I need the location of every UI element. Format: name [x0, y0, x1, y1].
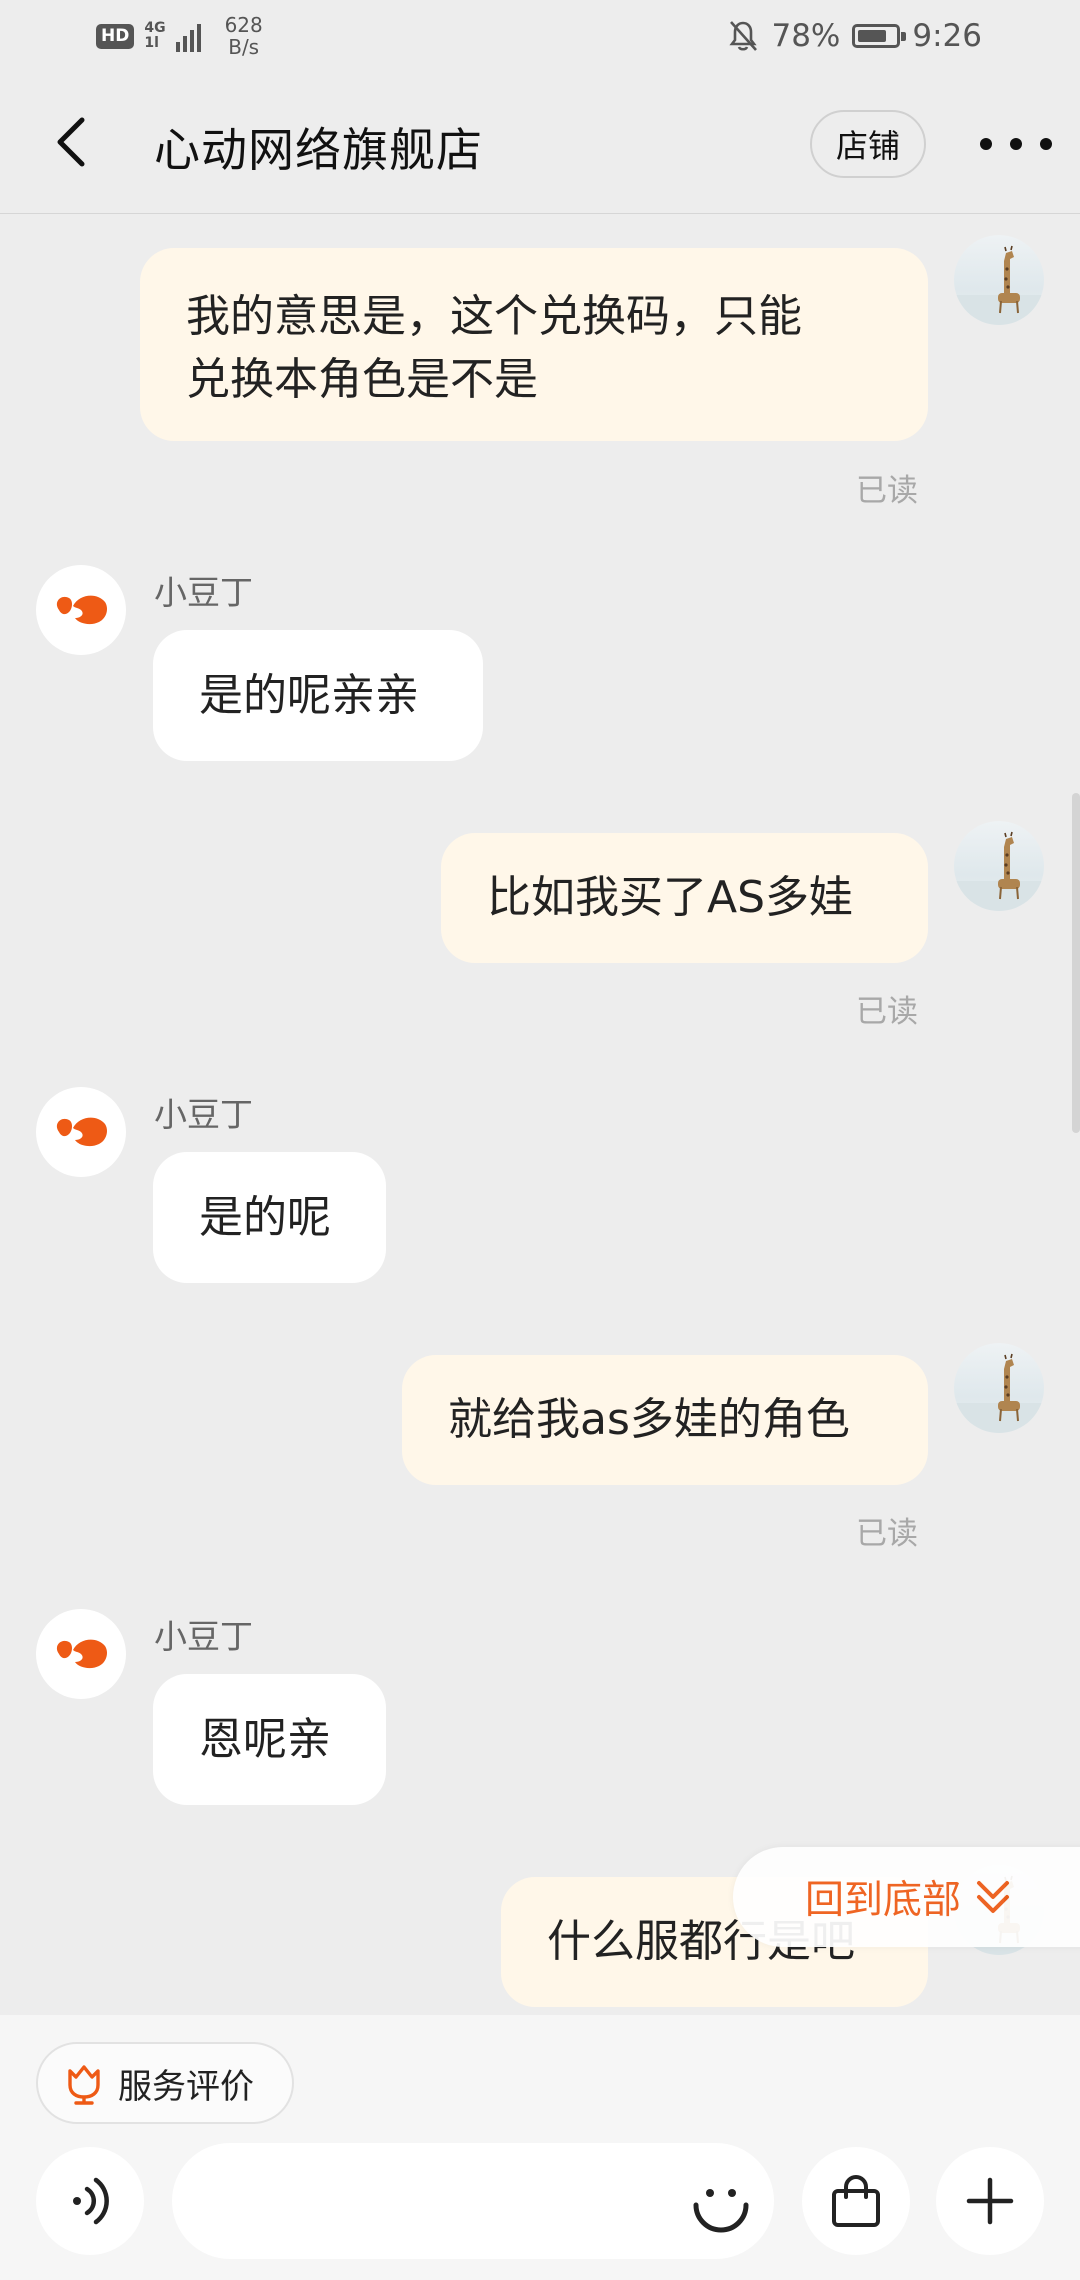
- back-to-bottom-label: 回到底部: [805, 1878, 962, 1923]
- user-avatar[interactable]: [954, 1343, 1044, 1433]
- shop-avatar[interactable]: [36, 1087, 126, 1177]
- message-line: 我的意思是，这个兑换码，只能: [186, 291, 802, 342]
- battery-fill: [858, 30, 887, 42]
- network-speed: 628 B/s: [225, 14, 263, 58]
- voice-icon: [73, 2177, 109, 2225]
- back-to-bottom-button[interactable]: 回到底部: [733, 1847, 1080, 1947]
- read-receipt: 已读: [856, 1516, 918, 1552]
- network-type-top: 4G: [144, 20, 166, 36]
- tulip-rating-icon: [68, 2065, 100, 2105]
- giraffe-avatar-icon: [954, 831, 1044, 911]
- chat-area[interactable]: 我的意思是，这个兑换码，只能 兑换本角色是不是 已读 小豆丁 是的呢亲亲 比如我…: [0, 215, 1080, 2015]
- message-bubble-them[interactable]: 是的呢: [153, 1152, 386, 1283]
- shop-avatar[interactable]: [36, 565, 126, 655]
- user-avatar[interactable]: [954, 821, 1044, 911]
- message-text: 就给我as多娃的角色: [448, 1394, 850, 1445]
- back-button[interactable]: [40, 110, 104, 174]
- network-speed-value: 628: [224, 13, 263, 37]
- bell-muted-icon: [729, 21, 758, 51]
- giraffe-avatar-icon: [954, 245, 1044, 325]
- more-dot: [1040, 138, 1052, 150]
- shopping-bag-icon: [832, 2175, 880, 2227]
- message-bubble-me[interactable]: 就给我as多娃的角色: [402, 1355, 928, 1485]
- read-receipt: 已读: [856, 994, 918, 1030]
- sender-name: 小豆丁: [154, 1617, 253, 1656]
- message-bubble-me[interactable]: 比如我买了AS多娃: [441, 833, 928, 963]
- user-avatar[interactable]: [954, 235, 1044, 325]
- status-right: 78% 9:26: [727, 18, 982, 54]
- message-input[interactable]: [172, 2143, 774, 2259]
- more-dots-icon: [980, 138, 992, 150]
- signal-icon: [175, 20, 201, 52]
- message-line: 兑换本角色是不是: [186, 354, 538, 405]
- message-text: 恩呢亲: [199, 1714, 331, 1765]
- shopping-bag-button[interactable]: [802, 2147, 910, 2255]
- plus-icon: [966, 2177, 1014, 2225]
- nav-bar: 心动网络旗舰店 店铺: [0, 72, 1080, 214]
- more-dot: [1010, 138, 1022, 150]
- back-arrow-icon: [57, 117, 85, 167]
- clock: 9:26: [912, 18, 982, 54]
- more-button[interactable]: [980, 122, 1052, 166]
- shop-logo-icon: [56, 1117, 107, 1147]
- message-text: 比如我买了AS多娃: [487, 872, 854, 923]
- shop-logo-icon: [56, 595, 107, 625]
- scrollbar[interactable]: [1072, 793, 1080, 1133]
- shop-logo-icon: [56, 1639, 107, 1669]
- message-bubble-them[interactable]: 恩呢亲: [153, 1674, 386, 1805]
- shop-avatar[interactable]: [36, 1609, 126, 1699]
- emoji-icon[interactable]: [690, 2173, 752, 2235]
- service-rating-label: 服务评价: [118, 2066, 254, 2107]
- status-bar: HD 4G 1l 628 B/s 78% 9:26: [0, 0, 1080, 72]
- network-speed-unit: B/s: [228, 35, 260, 59]
- giraffe-avatar-icon: [954, 1353, 1044, 1433]
- voice-button[interactable]: [36, 2147, 144, 2255]
- service-rating-button[interactable]: 服务评价: [36, 2042, 294, 2124]
- store-button[interactable]: 店铺: [810, 110, 926, 178]
- hd-badge: HD: [96, 23, 135, 49]
- message-text: 是的呢亲亲: [199, 670, 419, 721]
- sender-name: 小豆丁: [154, 1095, 253, 1134]
- read-receipt: 已读: [856, 473, 918, 509]
- message-bubble-me[interactable]: 我的意思是，这个兑换码，只能 兑换本角色是不是: [140, 248, 928, 441]
- double-chevron-down-icon: [977, 1881, 1010, 1913]
- status-left: HD 4G 1l 628 B/s: [96, 14, 263, 58]
- network-type: 4G 1l: [144, 21, 165, 51]
- bottom-bar: 服务评价: [0, 2015, 1080, 2280]
- network-type-bottom: 1l: [144, 35, 159, 51]
- page-title: 心动网络旗舰店: [154, 123, 483, 177]
- message-bubble-them[interactable]: 是的呢亲亲: [153, 630, 483, 761]
- battery-icon: [852, 24, 907, 48]
- message-text: 是的呢: [199, 1192, 331, 1243]
- add-button[interactable]: [936, 2147, 1044, 2255]
- sender-name: 小豆丁: [154, 573, 253, 612]
- battery-percent: 78%: [771, 18, 841, 54]
